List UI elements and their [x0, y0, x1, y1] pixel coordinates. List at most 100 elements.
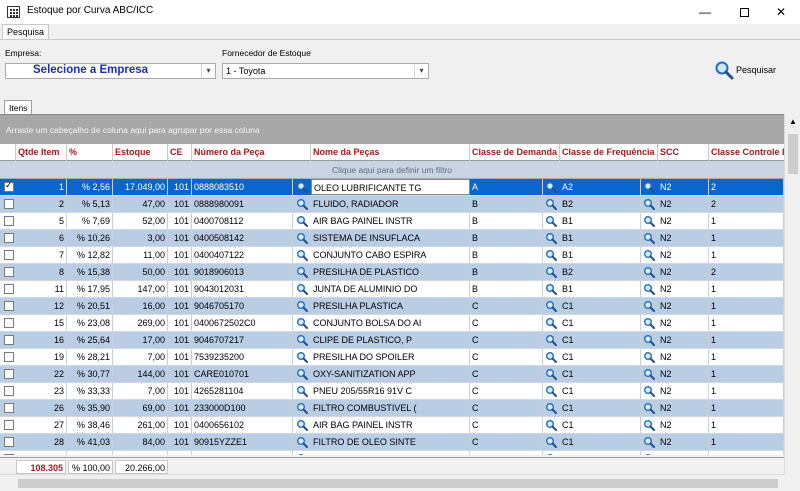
cell-qtde[interactable]: 29 — [16, 451, 67, 455]
cell-scc[interactable]: N2 — [658, 315, 709, 331]
cell-classe-frequencia[interactable]: B1 — [560, 213, 641, 229]
lookup-numero-peca-icon[interactable] — [296, 334, 308, 346]
cell-classe-controle[interactable]: 1 — [709, 281, 784, 297]
cell-pct[interactable]: % 28,21 — [67, 349, 113, 365]
cell-scc[interactable]: N2 — [658, 247, 709, 263]
cell-numero-peca[interactable]: 4265281104 — [192, 383, 293, 399]
row-checkbox[interactable] — [4, 437, 14, 447]
cell-scc[interactable]: N2 — [658, 434, 709, 450]
cell-nome-peca[interactable]: PNEU 205/55R16 91V C — [311, 383, 470, 399]
header-estoque[interactable]: Estoque — [113, 144, 168, 161]
lookup-numero-peca-icon[interactable] — [296, 453, 308, 455]
cell-classe-demanda[interactable]: C — [470, 366, 543, 382]
cell-ce[interactable]: 101 — [168, 366, 192, 382]
cell-scc[interactable]: N2 — [658, 264, 709, 280]
cell-classe-controle[interactable]: 2 — [709, 264, 784, 280]
cell-estoque[interactable]: 69,00 — [113, 400, 168, 416]
cell-qtde[interactable]: 12 — [16, 298, 67, 314]
cell-estoque[interactable]: 7,00 — [113, 383, 168, 399]
cell-numero-peca[interactable]: 9018906013 — [192, 264, 293, 280]
table-row[interactable]: 27% 38,46 261,00 101 0400656102 AIR BAG PAIN… — [0, 417, 784, 434]
cell-pct[interactable]: % 35,90 — [67, 400, 113, 416]
cell-ce[interactable]: 101 — [168, 434, 192, 450]
cell-classe-frequencia[interactable]: A2 — [560, 179, 641, 195]
row-checkbox[interactable] — [4, 369, 14, 379]
table-row[interactable]: 7% 12,82 11,00 101 0400407122 CONJUNTO CABO … — [0, 247, 784, 264]
lookup-numero-peca-icon[interactable] — [296, 266, 308, 278]
table-row[interactable]: 6% 10,26 3,00 101 0400508142 SISTEMA DE INSU… — [0, 230, 784, 247]
header-numero-peca[interactable]: Número da Peça — [192, 144, 311, 161]
cell-classe-controle[interactable]: 1 — [709, 434, 784, 450]
table-row[interactable]: 26% 35,90 69,00 101 233000D100 FILTRO COMBUS… — [0, 400, 784, 417]
cell-classe-demanda[interactable]: C — [470, 332, 543, 348]
table-row[interactable]: 22% 30,77 144,00 101 CARE010701 OXY-SANITIZA… — [0, 366, 784, 383]
cell-classe-demanda[interactable]: C — [470, 383, 543, 399]
cell-numero-peca[interactable]: 0400708112 — [192, 213, 293, 229]
cell-classe-controle[interactable]: 1 — [709, 417, 784, 433]
table-row[interactable]: 1% 2,5617.049,001010888083510 OLEO LUBRIF… — [0, 179, 784, 196]
cell-pct[interactable]: % 43,59 — [67, 451, 113, 455]
cell-scc[interactable]: N2 — [658, 196, 709, 212]
cell-ce[interactable]: 101 — [168, 196, 192, 212]
tab-pesquisa[interactable]: Pesquisa — [2, 24, 50, 40]
cell-classe-demanda[interactable]: B — [470, 196, 543, 212]
cell-qtde[interactable]: 15 — [16, 315, 67, 331]
chevron-down-icon[interactable]: ▾ — [414, 64, 428, 78]
cell-numero-peca[interactable]: 0888083510 — [192, 179, 293, 195]
vertical-scrollbar[interactable]: ▲ ▼ — [784, 114, 800, 491]
cell-ce[interactable]: 101 — [168, 264, 192, 280]
cell-classe-frequencia[interactable]: B1 — [560, 230, 641, 246]
lookup-classe-frequencia-icon[interactable] — [643, 402, 655, 414]
lookup-numero-peca-icon[interactable] — [296, 402, 308, 414]
header-classe-frequencia[interactable]: Classe de Frequência — [560, 144, 658, 161]
row-checkbox[interactable] — [4, 420, 14, 430]
cell-numero-peca[interactable]: CARE010701 — [192, 366, 293, 382]
close-button[interactable]: ✕ — [762, 0, 800, 24]
cell-pct[interactable]: % 33,33 — [67, 383, 113, 399]
cell-estoque[interactable]: 47,00 — [113, 196, 168, 212]
lookup-classe-demanda-icon[interactable] — [545, 232, 557, 244]
cell-scc[interactable]: N2 — [658, 213, 709, 229]
cell-scc[interactable]: N2 — [658, 230, 709, 246]
cell-classe-frequencia[interactable]: C1 — [560, 332, 641, 348]
cell-qtde[interactable]: 5 — [16, 213, 67, 229]
row-checkbox[interactable] — [4, 318, 14, 328]
cell-nome-peca[interactable]: AIR BAG PAINEL INSTR — [311, 213, 470, 229]
row-checkbox[interactable] — [4, 335, 14, 345]
cell-nome-peca[interactable]: AIR BAG PAINEL INSTR — [311, 417, 470, 433]
cell-estoque[interactable]: 52,00 — [113, 213, 168, 229]
lookup-classe-demanda-icon[interactable] — [545, 368, 557, 380]
cell-ce[interactable]: 101 — [168, 332, 192, 348]
cell-pct[interactable]: % 10,26 — [67, 230, 113, 246]
cell-classe-frequencia[interactable]: B1 — [560, 281, 641, 297]
cell-nome-peca[interactable]: FILTRO COMBUSTIVEL ( — [311, 400, 470, 416]
cell-ce[interactable]: 101 — [168, 349, 192, 365]
cell-classe-demanda[interactable]: B — [470, 264, 543, 280]
cell-classe-demanda[interactable]: B — [470, 230, 543, 246]
cell-nome-peca[interactable]: CONJUNTO CABO ESPIRA — [311, 247, 470, 263]
row-checkbox[interactable] — [4, 216, 14, 226]
lookup-classe-demanda-icon[interactable] — [545, 181, 557, 193]
cell-classe-frequencia[interactable]: B2 — [560, 264, 641, 280]
scroll-thumb[interactable] — [788, 134, 798, 174]
cell-numero-peca[interactable]: 233000D100 — [192, 400, 293, 416]
lookup-classe-frequencia-icon[interactable] — [643, 283, 655, 295]
lookup-classe-demanda-icon[interactable] — [545, 385, 557, 397]
lookup-numero-peca-icon[interactable] — [296, 181, 308, 193]
cell-ce[interactable]: 101 — [168, 383, 192, 399]
cell-numero-peca[interactable]: 9046707217 — [192, 332, 293, 348]
lookup-numero-peca-icon[interactable] — [296, 436, 308, 448]
header-classe-demanda[interactable]: Classe de Demanda — [470, 144, 560, 161]
lookup-classe-frequencia-icon[interactable] — [643, 266, 655, 278]
table-row[interactable]: 19% 28,21 7,00 101 7539235200 PRESILHA DO SP… — [0, 349, 784, 366]
cell-pct[interactable]: % 25,64 — [67, 332, 113, 348]
cell-pct[interactable]: % 38,46 — [67, 417, 113, 433]
cell-qtde[interactable]: 23 — [16, 383, 67, 399]
pesquisar-button[interactable]: Pesquisar — [714, 60, 784, 80]
cell-estoque[interactable]: 269,00 — [113, 315, 168, 331]
lookup-classe-frequencia-icon[interactable] — [643, 368, 655, 380]
header-pct[interactable]: % — [67, 144, 113, 161]
lookup-numero-peca-icon[interactable] — [296, 385, 308, 397]
cell-numero-peca[interactable]: 0888980091 — [192, 196, 293, 212]
cell-numero-peca[interactable]: 0400407122 — [192, 247, 293, 263]
